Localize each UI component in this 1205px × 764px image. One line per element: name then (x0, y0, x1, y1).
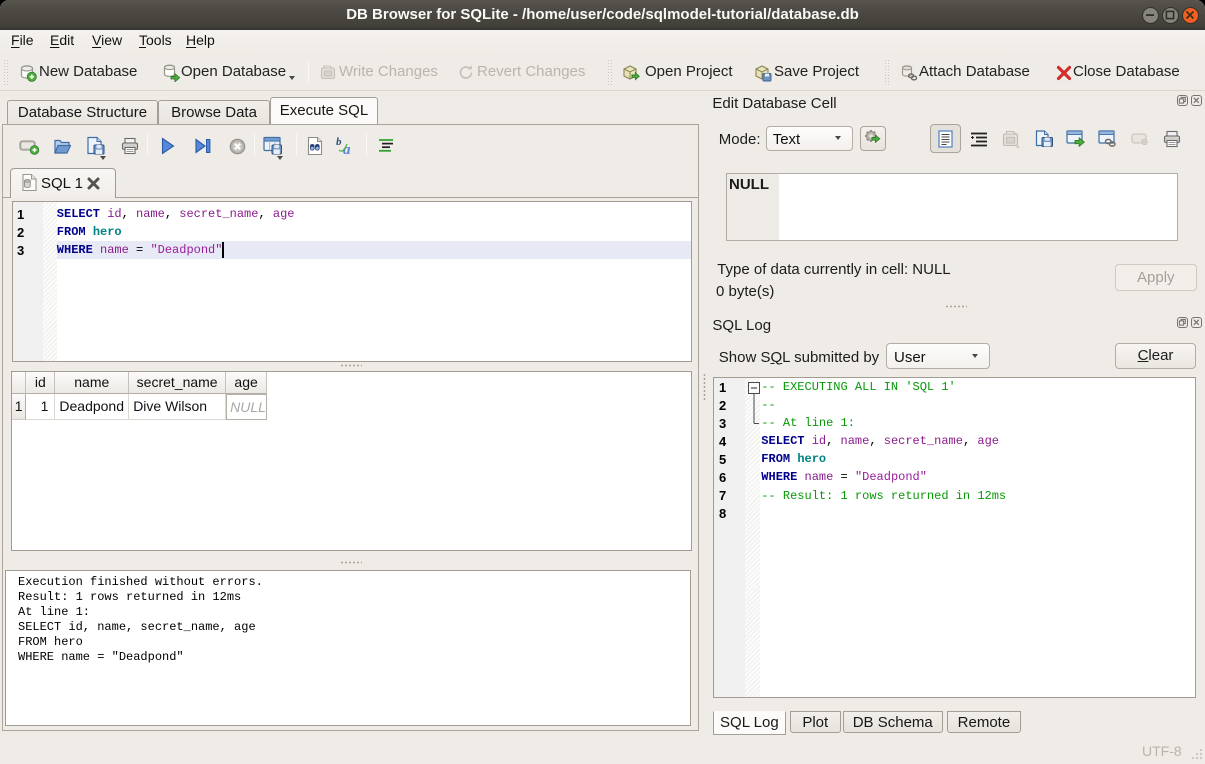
svg-text:b: b (336, 136, 342, 148)
